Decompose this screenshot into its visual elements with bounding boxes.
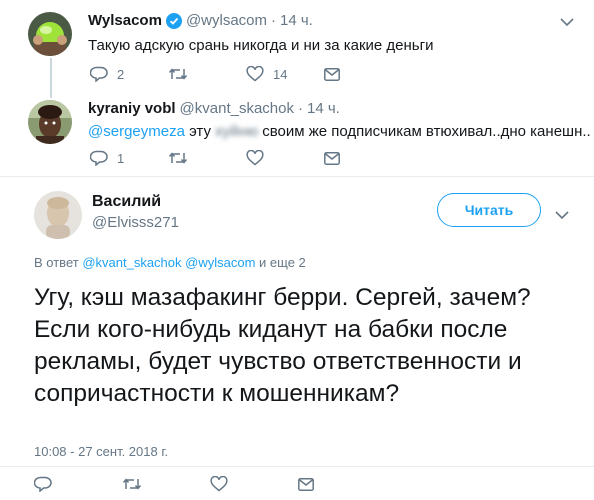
like-count: 14	[273, 66, 288, 82]
follow-button[interactable]: Читать	[437, 193, 541, 227]
author-handle[interactable]: @wylsacom	[186, 12, 267, 29]
text-after: своим же подписчикам втюхивал..дно канеш…	[262, 123, 591, 140]
reply-count: 1	[117, 150, 125, 166]
reply-count: 2	[117, 66, 125, 82]
tweet-text: @sergeymeza эту хуйню своим же подписчик…	[88, 123, 591, 140]
separator-dot: ·	[298, 100, 303, 117]
verified-badge-icon	[165, 12, 182, 29]
reply-button[interactable]: 2	[90, 66, 168, 82]
retweet-icon	[168, 151, 188, 165]
like-button[interactable]: 14	[246, 66, 324, 82]
envelope-icon	[298, 477, 314, 491]
avatar[interactable]	[28, 12, 72, 56]
avatar[interactable]	[28, 100, 72, 144]
reply-button[interactable]	[34, 476, 122, 492]
tweet-time[interactable]: 14 ч.	[307, 100, 340, 117]
separator-dot: ·	[271, 12, 277, 29]
chevron-down-icon[interactable]	[560, 14, 574, 32]
reply-context: В ответ @kvant_skachok @wylsacom и еще 2	[34, 255, 306, 270]
retweet-button[interactable]	[168, 67, 246, 81]
like-button[interactable]	[246, 150, 324, 166]
reply-icon	[90, 66, 108, 82]
main-tweet-text: Угу, кэш мазафакинг берри. Сергей, зачем…	[34, 284, 531, 407]
chevron-down-icon[interactable]	[555, 207, 569, 225]
tweet-timestamp[interactable]: 10:08 - 27 сент. 2018 г.	[34, 444, 168, 459]
reply-mention-2[interactable]: @wylsacom	[185, 255, 255, 270]
text-before: эту	[189, 123, 211, 140]
author-name[interactable]: Василий	[92, 193, 161, 211]
dm-button[interactable]	[324, 67, 340, 81]
like-button[interactable]	[210, 476, 298, 492]
reply-button[interactable]: 1	[90, 150, 168, 166]
retweet-icon	[168, 67, 188, 81]
retweet-icon	[122, 477, 142, 491]
heart-icon	[246, 66, 264, 82]
reply-suffix[interactable]: и еще 2	[259, 255, 306, 270]
envelope-icon	[324, 67, 340, 81]
author-name[interactable]: Wylsacom	[88, 12, 162, 29]
retweet-button[interactable]	[168, 151, 246, 165]
author-handle[interactable]: @Elvisss271	[92, 214, 179, 231]
dm-button[interactable]	[298, 477, 314, 491]
mention-link[interactable]: @sergeymeza	[88, 123, 185, 140]
divider	[0, 466, 594, 467]
tweet-wylsacom: Wylsacom @wylsacom · 14 ч. Такую адскую …	[0, 0, 594, 92]
avatar-image	[34, 191, 82, 239]
reply-prefix: В ответ	[34, 255, 79, 270]
tweet-kyraniy-vobl: kyraniy vobl @kvant_skachok · 14 ч. @ser…	[0, 92, 594, 172]
avatar-image	[28, 100, 72, 144]
reply-mention-1[interactable]: @kvant_skachok	[82, 255, 181, 270]
reply-icon	[90, 150, 108, 166]
dm-button[interactable]	[324, 151, 340, 165]
tweet-time[interactable]: 14 ч.	[280, 12, 313, 29]
heart-icon	[210, 476, 228, 492]
tweet-text: Такую адскую срань никогда и ни за какие…	[88, 37, 434, 54]
avatar[interactable]	[34, 191, 82, 239]
author-handle[interactable]: @kvant_skachok	[180, 100, 294, 117]
envelope-icon	[324, 151, 340, 165]
author-name[interactable]: kyraniy vobl	[88, 100, 176, 117]
retweet-button[interactable]	[122, 477, 210, 491]
avatar-image	[28, 12, 72, 56]
censored-word: хуйню	[215, 123, 259, 140]
heart-icon	[246, 150, 264, 166]
reply-icon	[34, 476, 52, 492]
